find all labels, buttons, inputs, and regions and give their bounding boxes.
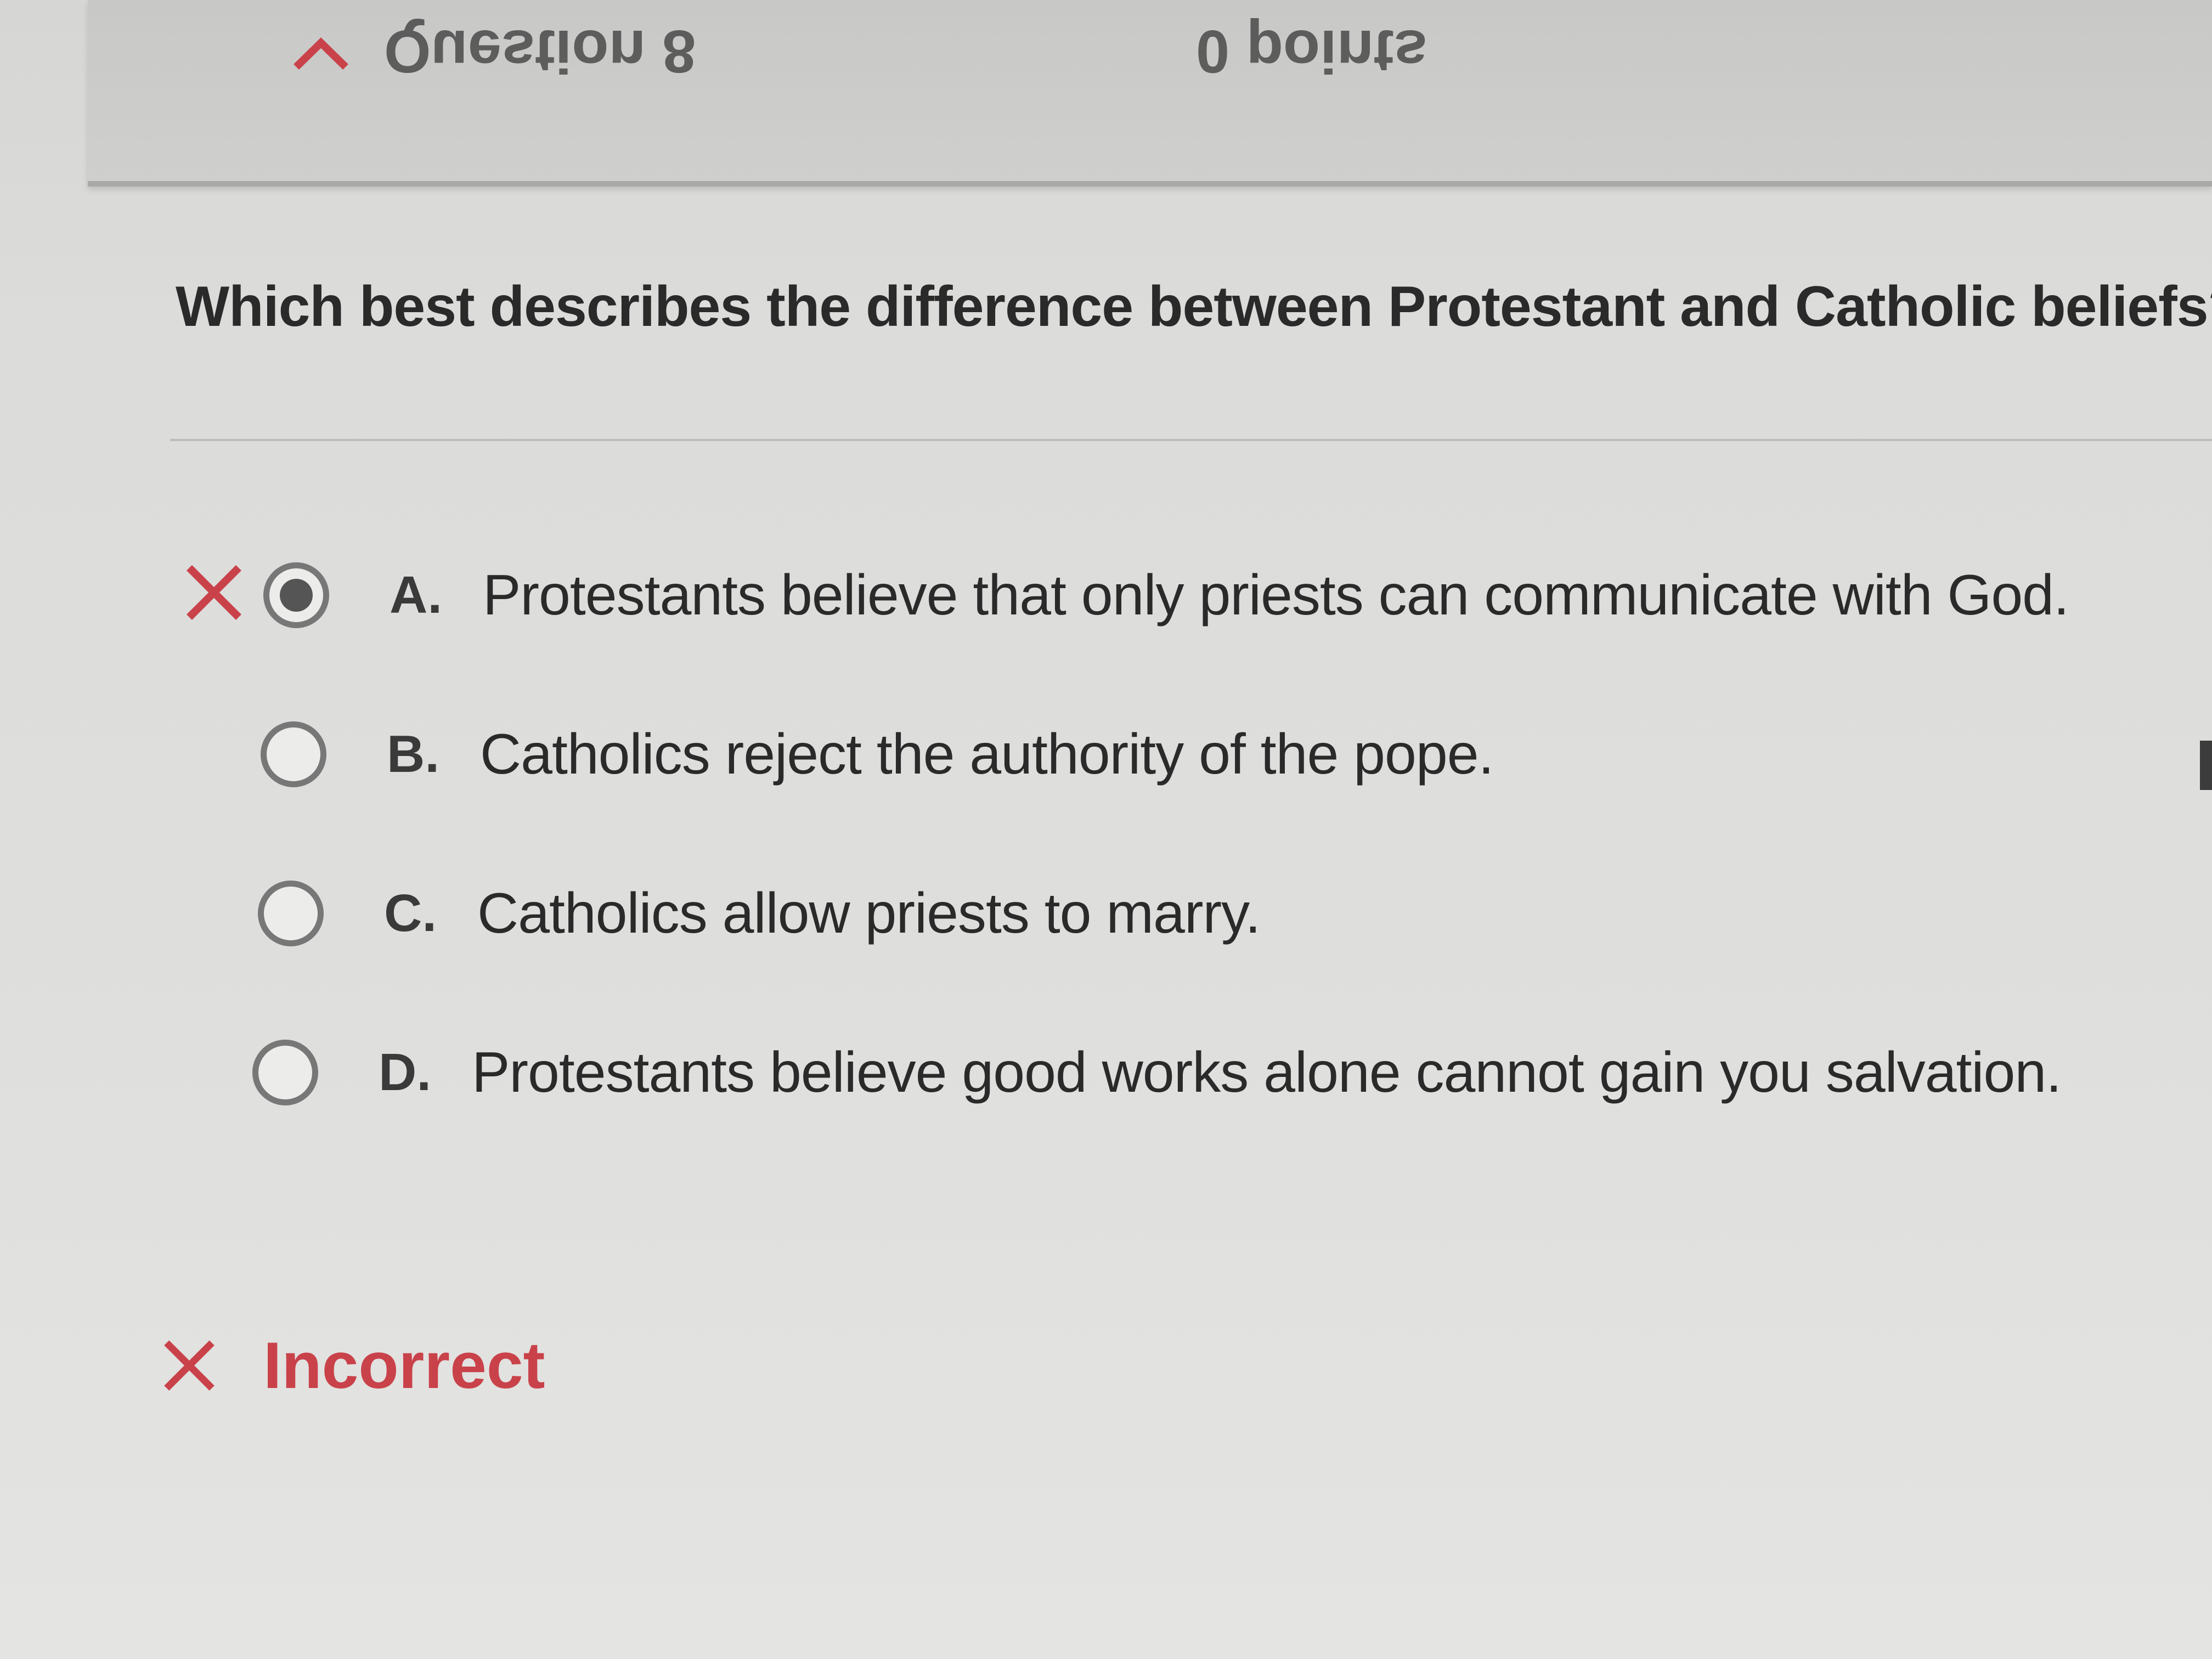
question-number: Question 8 (384, 18, 696, 85)
scroll-edge-indicator (2200, 741, 2212, 790)
option-letter-b: B. (387, 725, 439, 783)
chevron-up-icon[interactable] (291, 33, 351, 71)
answer-option-a[interactable]: A. Protestants believe that only priests… (263, 554, 2069, 636)
question-prompt: Which best describes the difference betw… (176, 275, 2212, 338)
radio-button-d[interactable] (252, 1040, 318, 1105)
option-letter-c: C. (384, 884, 437, 943)
points-label: 0 points (1196, 18, 1427, 85)
answer-option-d[interactable]: D. Protestants believe good works alone … (252, 1031, 2062, 1114)
radio-button-b[interactable] (261, 721, 326, 787)
option-text-d: Protestants believe good works alone can… (472, 1040, 2062, 1104)
option-letter-d: D. (379, 1043, 431, 1102)
close-icon (164, 1340, 215, 1391)
answer-option-b[interactable]: B. Catholics reject the authority of the… (261, 713, 1494, 795)
radio-button-a[interactable] (263, 562, 329, 628)
radio-selected-dot (280, 579, 313, 612)
answer-option-c[interactable]: C. Catholics allow priests to marry. (258, 872, 1261, 955)
option-text-c: Catholics allow priests to marry. (477, 881, 1261, 945)
option-text-b: Catholics reject the authority of the po… (480, 722, 1494, 786)
quiz-screen: Question 8 0 points Which best describes… (0, 0, 2212, 1659)
option-letter-a: A. (390, 566, 442, 624)
radio-button-c[interactable] (258, 881, 324, 946)
close-icon (187, 565, 241, 620)
question-header[interactable]: Question 8 0 points (88, 0, 2212, 187)
divider (170, 439, 2212, 441)
option-text-a: Protestants believe that only priests ca… (483, 563, 2069, 627)
result-feedback: Incorrect (159, 1328, 545, 1403)
result-label: Incorrect (263, 1329, 545, 1402)
